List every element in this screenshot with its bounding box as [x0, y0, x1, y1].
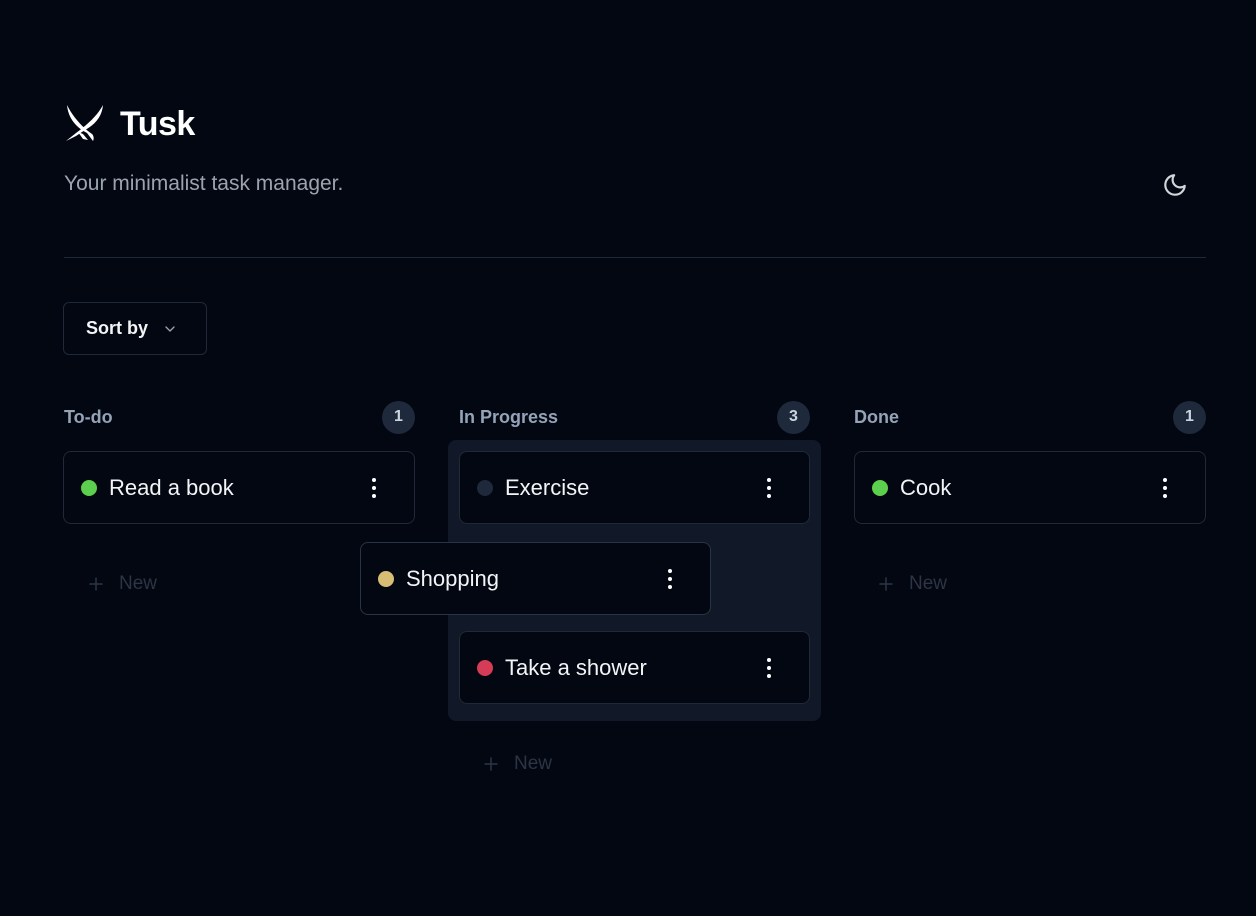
more-options-icon[interactable]: [364, 473, 384, 503]
status-dot: [477, 479, 493, 496]
more-options-icon[interactable]: [1155, 473, 1175, 503]
header-divider: [64, 257, 1206, 258]
task-label: Shopping: [406, 565, 499, 591]
column-title: In Progress: [459, 406, 559, 427]
new-task-label: New: [119, 573, 158, 594]
new-task-button-done[interactable]: New: [877, 573, 947, 595]
task-label: Cook: [900, 474, 952, 500]
new-task-label: New: [514, 753, 553, 774]
new-task-button-in-progress[interactable]: New: [482, 753, 552, 775]
more-options-icon[interactable]: [759, 473, 779, 503]
plus-icon: [89, 577, 103, 591]
task-card[interactable]: Take a shower: [459, 631, 810, 704]
more-options-icon[interactable]: [660, 564, 680, 594]
status-dot: [477, 659, 493, 676]
task-label: Exercise: [505, 474, 590, 500]
tusk-logo-icon: [66, 105, 103, 141]
status-dot: [81, 479, 97, 496]
column-header-todo: To-do 1: [64, 400, 415, 434]
app-tagline: Your minimalist task manager.: [64, 172, 344, 195]
task-label: Read a book: [109, 474, 234, 500]
tusk-app: Tusk Your minimalist task manager. Sort …: [0, 0, 1256, 916]
more-options-icon[interactable]: [759, 653, 779, 683]
new-task-label: New: [909, 573, 948, 594]
app-title: Tusk: [120, 104, 195, 143]
moon-icon: [1164, 174, 1186, 196]
column-title: To-do: [64, 406, 113, 427]
sort-by-button[interactable]: Sort by: [63, 302, 207, 355]
column-title: Done: [854, 406, 899, 427]
dragging-task-card[interactable]: Shopping: [360, 542, 711, 615]
task-label: Take a shower: [505, 654, 647, 680]
status-dot: [378, 570, 394, 587]
app-header: Tusk: [64, 103, 195, 145]
plus-icon: [879, 577, 893, 591]
column-header-done: Done 1: [854, 400, 1206, 434]
task-count-badge: 1: [1173, 400, 1206, 434]
theme-toggle-button[interactable]: [1159, 169, 1191, 201]
chevron-down-icon: [162, 321, 178, 337]
task-count-badge: 1: [382, 400, 415, 434]
task-card[interactable]: Read a book: [63, 451, 415, 524]
task-card[interactable]: Exercise: [459, 451, 810, 524]
column-header-in-progress: In Progress 3: [459, 400, 810, 434]
status-dot: [872, 479, 888, 496]
task-count-badge: 3: [777, 400, 810, 434]
plus-icon: [484, 757, 498, 771]
sort-by-label: Sort by: [86, 318, 149, 338]
task-card[interactable]: Cook: [854, 451, 1206, 524]
new-task-button-todo[interactable]: New: [87, 573, 157, 595]
